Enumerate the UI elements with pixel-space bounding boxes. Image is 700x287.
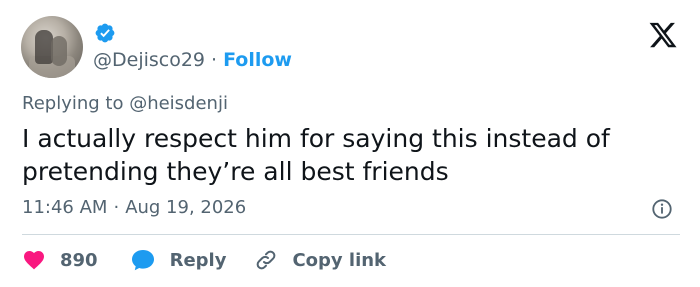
tweet-timestamp[interactable]: 11:46 AM · Aug 19, 2026 — [22, 197, 246, 218]
divider — [22, 234, 680, 235]
like-button[interactable]: 890 — [22, 248, 98, 272]
follow-button[interactable]: Follow — [223, 49, 292, 71]
heart-icon — [24, 251, 44, 270]
replying-to: Replying to @heisdenji — [22, 93, 228, 114]
reply-button[interactable]: Reply — [130, 248, 227, 272]
author-handle[interactable]: @Dejisco29 — [93, 49, 205, 71]
like-count: 890 — [60, 249, 98, 271]
copy-link-label: Copy link — [292, 249, 387, 271]
copy-link-button[interactable]: Copy link — [254, 248, 386, 272]
avatar[interactable] — [21, 16, 83, 78]
author-row: @Dejisco29 · Follow — [93, 48, 292, 72]
tweet-time: 11:46 AM — [22, 197, 108, 218]
info-icon[interactable] — [651, 198, 673, 220]
separator-dot: · — [113, 197, 120, 218]
link-icon — [257, 250, 276, 270]
tweet-date: Aug 19, 2026 — [125, 197, 247, 218]
verified-badge-icon — [95, 23, 115, 43]
reply-bubble-icon — [131, 250, 154, 271]
action-bar: 890 Reply Copy link — [22, 247, 414, 273]
tweet-text: I actually respect him for saying this i… — [22, 124, 610, 186]
separator-dot: · — [211, 49, 218, 71]
reply-label: Reply — [169, 249, 227, 271]
x-logo-icon[interactable] — [648, 20, 678, 50]
